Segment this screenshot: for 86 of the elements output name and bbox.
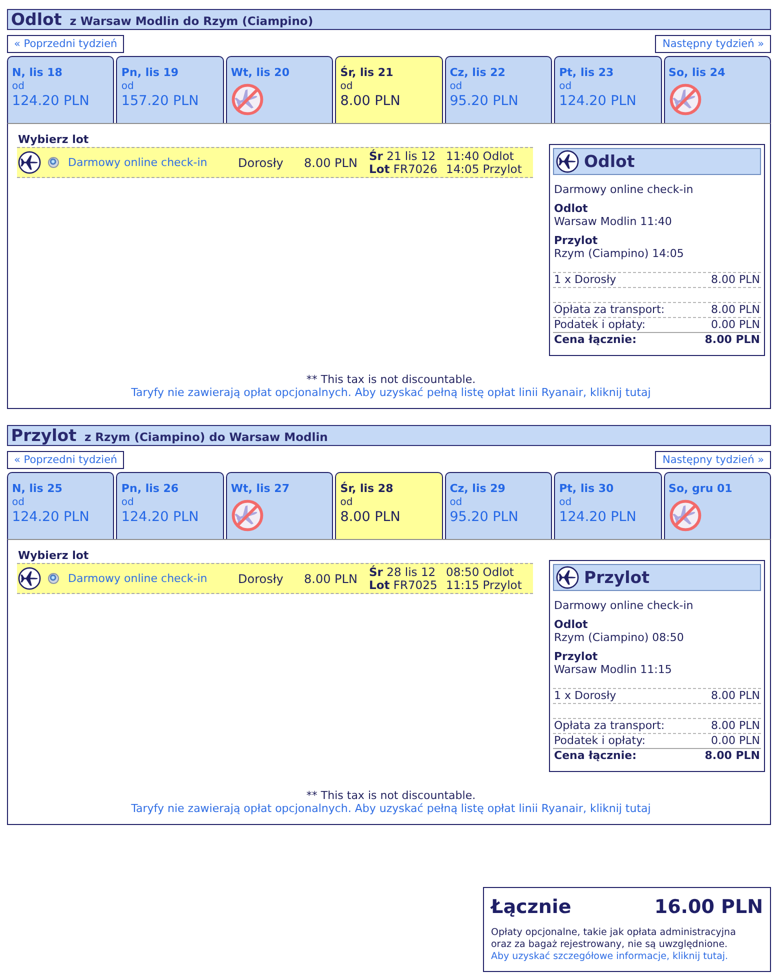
arrival-info: Rzym (Ciampino) 14:05 bbox=[553, 247, 685, 260]
summary-title: Przylot bbox=[584, 568, 650, 587]
prohibited-airplane-icon bbox=[230, 83, 264, 116]
total-amount: 8.00 PLN bbox=[704, 333, 760, 347]
grand-total-label: Łącznie bbox=[491, 896, 572, 918]
departure-info: Warsaw Modlin 11:40 bbox=[553, 215, 673, 228]
previous-week-button[interactable]: « Poprzedni tydzień bbox=[7, 35, 124, 53]
airplane-icon bbox=[556, 150, 579, 173]
fees-link[interactable]: Taryfy nie zawierają opłat opcjonalnych. Aby uzyskać pełną listę opłat linii Ryanair, kliknij tutaj bbox=[17, 386, 765, 399]
tax-note: ** This tax is not discountable. bbox=[305, 373, 477, 386]
flight-number: Lot FR7025 bbox=[369, 578, 438, 592]
airplane-icon bbox=[18, 151, 41, 174]
day-tab[interactable]: Pn, lis 19 od 157.20 PLN bbox=[116, 56, 224, 123]
flight-row[interactable]: Darmowy online check-in Dorosły 8.00 PLN Śr 21 lis 12 Lot FR7026 11:40 Odlot 14:05 Przylot bbox=[17, 147, 533, 178]
next-week-button[interactable]: Następny tydzień » bbox=[655, 35, 771, 53]
next-week-button[interactable]: Następny tydzień » bbox=[655, 451, 771, 469]
prohibited-airplane-icon bbox=[230, 499, 264, 532]
day-tab[interactable]: Cz, lis 22 od 95.20 PLN bbox=[444, 56, 552, 123]
passenger-type: Dorosły bbox=[238, 572, 284, 586]
day-tab[interactable]: Pt, lis 23 od 124.20 PLN bbox=[554, 56, 662, 123]
day-tab[interactable]: N, lis 25 od 124.20 PLN bbox=[7, 472, 114, 539]
passenger-type: Dorosły bbox=[238, 156, 284, 170]
line-amount: 8.00 PLN bbox=[711, 273, 760, 287]
cost-amount: 8.00 PLN bbox=[711, 303, 760, 317]
cost-amount: 8.00 PLN bbox=[711, 719, 760, 733]
route-text: z Rzym (Ciampino) do Warsaw Modlin bbox=[84, 430, 328, 444]
total-label: Cena łącznie: bbox=[554, 333, 637, 347]
day-tab[interactable]: Wt, lis 20 bbox=[226, 56, 334, 123]
section-title: Odlot bbox=[11, 10, 62, 29]
fare-link[interactable]: Darmowy online check-in bbox=[68, 156, 238, 169]
line-amount: 8.00 PLN bbox=[711, 689, 760, 703]
fare-link[interactable]: Darmowy online check-in bbox=[68, 572, 238, 585]
arrival-heading: Przylot bbox=[553, 234, 599, 247]
cost-label: Opłata za transport: bbox=[554, 303, 665, 317]
fees-link[interactable]: Taryfy nie zawierają opłat opcjonalnych. Aby uzyskać pełną listę opłat linii Ryanair, kliknij tutaj bbox=[17, 802, 765, 815]
route-text: z Warsaw Modlin do Rzym (Ciampino) bbox=[70, 14, 314, 28]
choose-flight-heading: Wybierz lot bbox=[17, 549, 90, 563]
arrival-time: 14:05 Przylot bbox=[446, 162, 522, 176]
optional-fees-note: Opłaty opcjonalne, takie jak opłata administracyjna oraz za bagaż rejestrowany, nie są uwzględnione. bbox=[491, 927, 737, 951]
previous-week-button[interactable]: « Poprzedni tydzień bbox=[7, 451, 124, 469]
cost-label: Podatek i opłaty: bbox=[554, 318, 646, 332]
airplane-icon bbox=[18, 567, 41, 590]
fare-price: 8.00 PLN bbox=[304, 156, 358, 170]
fare-text: Darmowy online check-in bbox=[553, 599, 694, 612]
arrival-heading: Przylot bbox=[553, 650, 599, 663]
fare-price: 8.00 PLN bbox=[304, 572, 358, 586]
flight-number: Lot FR7026 bbox=[369, 162, 438, 176]
departure-time: 08:50 Odlot bbox=[446, 566, 515, 578]
departure-heading: Odlot bbox=[553, 618, 589, 631]
line-label: 1 x Dorosły bbox=[554, 273, 616, 287]
total-label: Cena łącznie: bbox=[554, 749, 637, 763]
radio-button[interactable] bbox=[48, 157, 59, 168]
tax-note: ** This tax is not discountable. bbox=[305, 789, 477, 802]
flight-row[interactable]: Darmowy online check-in Dorosły 8.00 PLN Śr 28 lis 12 Lot FR7025 08:50 Odlot 11:15 Przylot bbox=[17, 563, 533, 594]
radio-button[interactable] bbox=[48, 573, 59, 584]
flight-date: Śr 21 lis 12 bbox=[369, 150, 437, 162]
prohibited-airplane-icon bbox=[668, 499, 702, 532]
cost-label: Opłata za transport: bbox=[554, 719, 665, 733]
departure-heading: Odlot bbox=[553, 202, 589, 215]
arrival-info: Warsaw Modlin 11:15 bbox=[553, 663, 673, 676]
day-tab[interactable]: Cz, lis 29 od 95.20 PLN bbox=[444, 472, 552, 539]
line-label: 1 x Dorosły bbox=[554, 689, 616, 703]
day-tab[interactable]: Śr, lis 28 od 8.00 PLN bbox=[335, 472, 443, 539]
section-title: Przylot bbox=[11, 426, 76, 445]
arrival-time: 11:15 Przylot bbox=[446, 578, 522, 592]
day-tab[interactable]: Śr, lis 21 od 8.00 PLN bbox=[335, 56, 443, 123]
cost-label: Podatek i opłaty: bbox=[554, 734, 646, 748]
departure-time: 11:40 Odlot bbox=[446, 150, 515, 162]
prohibited-airplane-icon bbox=[668, 83, 702, 116]
day-tab[interactable]: Pt, lis 30 od 124.20 PLN bbox=[554, 472, 662, 539]
total-amount: 8.00 PLN bbox=[704, 749, 760, 763]
day-tab[interactable]: So, gru 01 bbox=[664, 472, 771, 539]
flight-date: Śr 28 lis 12 bbox=[369, 566, 437, 578]
grand-total-amount: 16.00 PLN bbox=[654, 896, 763, 918]
choose-flight-heading: Wybierz lot bbox=[17, 133, 90, 147]
summary-title: Odlot bbox=[584, 152, 635, 171]
cost-amount: 0.00 PLN bbox=[711, 734, 760, 748]
cost-amount: 0.00 PLN bbox=[711, 318, 760, 332]
details-link[interactable]: Aby uzyskać szczegółowe informacje, kliknij tutaj. bbox=[491, 951, 763, 963]
day-tab[interactable]: Wt, lis 27 bbox=[226, 472, 334, 539]
departure-info: Rzym (Ciampino) 08:50 bbox=[553, 631, 685, 644]
day-tab[interactable]: So, lis 24 bbox=[664, 56, 771, 123]
airplane-icon bbox=[556, 566, 579, 589]
fare-text: Darmowy online check-in bbox=[553, 183, 694, 196]
day-tab[interactable]: N, lis 18 od 124.20 PLN bbox=[7, 56, 114, 123]
day-tab[interactable]: Pn, lis 26 od 124.20 PLN bbox=[116, 472, 224, 539]
